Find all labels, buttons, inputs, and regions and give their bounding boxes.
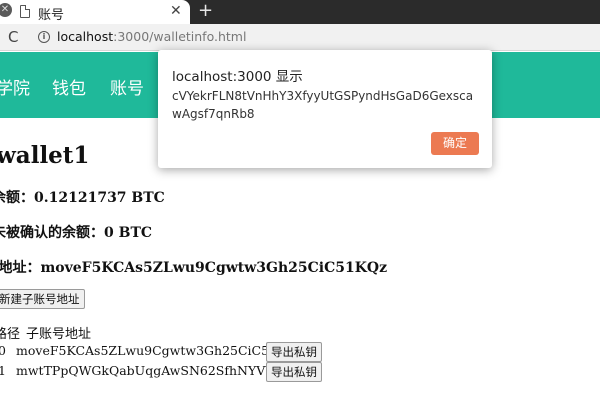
nav-item-wallet[interactable]: 钱包: [52, 74, 86, 99]
new-sub-address-button[interactable]: 新建子账号地址: [0, 289, 85, 309]
tab-title: 账号: [38, 8, 65, 23]
nav-item-account[interactable]: 账号: [110, 74, 144, 99]
address-table-header: 路径 子账号地址: [0, 323, 91, 342]
alert-dialog: localhost:3000 显示 cVYekrFLN8tVnHhY3XfyyU…: [158, 50, 492, 168]
wallet-title: wallet1: [0, 142, 90, 169]
dialog-title: localhost:3000 显示: [172, 69, 303, 85]
row-path: 1: [0, 363, 6, 378]
browser-tab[interactable]: ✕ 账号 ✕: [0, 0, 190, 24]
balance-label: 余额：: [0, 190, 34, 206]
row-path: 0: [0, 343, 6, 358]
tab-close-icon[interactable]: ✕: [170, 3, 182, 19]
table-row: 0 moveF5KCAs5ZLwu9Cgwtw3Gh25CiC51KQz: [0, 343, 303, 358]
reload-icon[interactable]: C: [8, 28, 18, 46]
header-sub-address: 子账号地址: [26, 327, 92, 342]
balance-value: 0.12121737 BTC: [34, 190, 165, 206]
new-tab-button[interactable]: +: [198, 0, 213, 21]
url-host: localhost: [57, 29, 114, 44]
dialog-message: cVYekrFLN8tVnHhY3XfyyUtGSPyndHsGaD6Gexsc…: [172, 89, 474, 121]
page-icon: [20, 5, 30, 18]
row-address: moveF5KCAs5ZLwu9Cgwtw3Gh25CiC51KQz: [16, 343, 304, 358]
browser-toolbar: C i localhost:3000/walletinfo.html: [0, 24, 600, 51]
dialog-ok-button[interactable]: 确定: [431, 132, 479, 155]
header-path: 路径: [0, 327, 21, 342]
url-path: :3000/walletinfo.html: [113, 29, 247, 44]
address-value: moveF5KCAs5ZLwu9Cgwtw3Gh25CiC51KQz: [40, 260, 388, 276]
unconfirmed-label: 未被确认的余额：: [0, 225, 104, 241]
site-info-icon[interactable]: i: [38, 31, 50, 43]
address-row: t地址：moveF5KCAs5ZLwu9Cgwtw3Gh25CiC51KQz: [0, 257, 387, 277]
export-private-key-button[interactable]: 导出私钥: [266, 362, 322, 382]
export-private-key-button[interactable]: 导出私钥: [266, 342, 322, 362]
nav-item-academy[interactable]: 学院: [0, 74, 30, 99]
balance-row: 余额：0.12121737 BTC: [0, 187, 165, 207]
unconfirmed-balance-row: 未被确认的余额：0 BTC: [0, 222, 152, 242]
address-label: t地址：: [0, 260, 41, 276]
browser-tab-strip: ✕ 账号 ✕ +: [0, 0, 600, 24]
address-bar[interactable]: localhost:3000/walletinfo.html: [57, 29, 246, 44]
unconfirmed-value: 0 BTC: [104, 225, 153, 241]
previous-tab-close-icon[interactable]: ✕: [0, 3, 12, 17]
